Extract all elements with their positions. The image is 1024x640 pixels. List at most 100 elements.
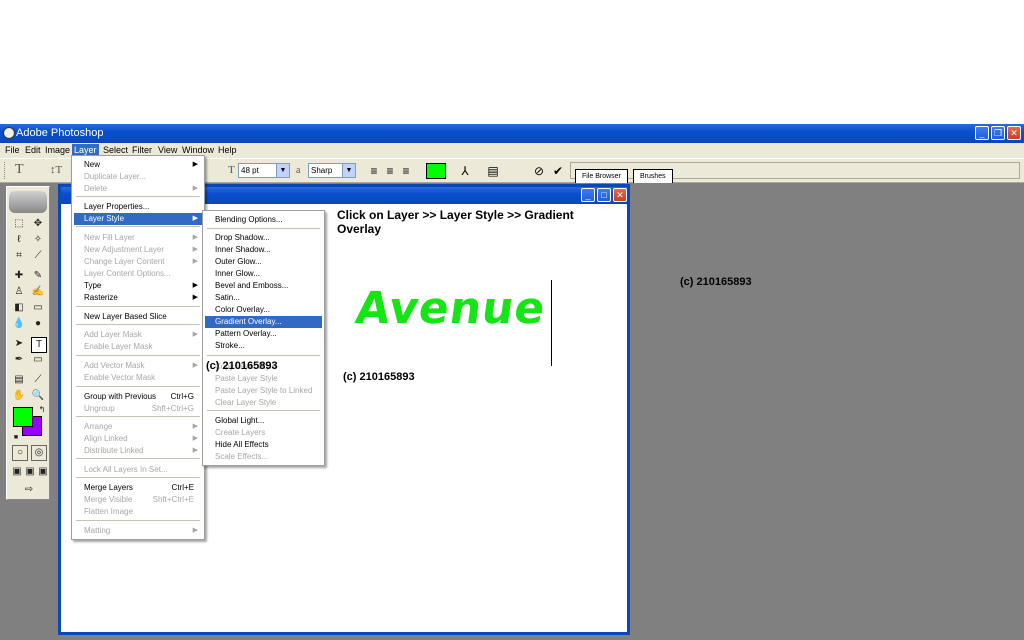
layer-style-menu-item[interactable]: Inner Glow...: [205, 268, 322, 280]
layer-style-menu-item[interactable]: Color Overlay...: [205, 304, 322, 316]
layer-style-menu-item-label: Scale Effects...: [215, 452, 269, 461]
layer-style-submenu: Blending Options... Drop Shadow... Inner S…: [202, 210, 325, 466]
full-screen-mode-icon[interactable]: ▣: [36, 465, 50, 479]
path-selection-tool-icon[interactable]: ➤: [12, 337, 26, 351]
eraser-tool-icon[interactable]: ◧: [12, 301, 26, 315]
dodge-tool-icon[interactable]: ●: [31, 317, 45, 331]
type-tool-preset-icon[interactable]: T: [15, 162, 24, 178]
menu-separator: [76, 477, 200, 478]
menu-separator: [207, 355, 320, 356]
layer-menu-item-label: Matting: [84, 526, 111, 535]
layer-menu-item[interactable]: Layer Properties...: [74, 201, 202, 213]
layer-menu-item[interactable]: Type ▶: [74, 280, 202, 292]
gradient-tool-icon[interactable]: ▭: [31, 301, 45, 315]
standard-mode-icon[interactable]: ○: [12, 445, 28, 461]
layer-menu-item: Delete ▶: [74, 183, 202, 195]
pen-tool-icon[interactable]: ✒: [12, 353, 26, 367]
palette-well: File Browser Brushes: [570, 162, 1020, 183]
swap-colors-icon[interactable]: ↰: [35, 403, 49, 417]
zoom-tool-icon[interactable]: 🔍: [31, 389, 45, 403]
standard-screen-mode-icon[interactable]: ▣: [10, 465, 24, 479]
layer-style-menu-item[interactable]: Drop Shadow...: [205, 232, 322, 244]
copyright-overlay: (c) 210165893: [206, 360, 278, 372]
commit-edit-icon[interactable]: ✔: [550, 163, 566, 179]
layer-menu-item-label: Rasterize: [84, 293, 118, 302]
layer-menu: New ▶ Duplicate Layer... Delete ▶ Layer Prope…: [71, 155, 205, 540]
layer-menu-item[interactable]: Merge Layers Ctrl+E: [74, 482, 202, 494]
options-bar-grip[interactable]: [4, 162, 7, 179]
layer-menu-item-label: New Adjustment Layer: [84, 245, 165, 254]
align-left-icon[interactable]: ≡: [366, 163, 382, 179]
layer-style-menu-item[interactable]: Gradient Overlay...: [205, 316, 322, 328]
default-colors-icon[interactable]: ■: [9, 431, 23, 445]
type-tool-icon[interactable]: T: [31, 337, 47, 353]
layer-menu-item[interactable]: Layer Style ▶: [74, 213, 202, 225]
layer-style-menu-item[interactable]: Stroke...: [205, 340, 322, 352]
menu-help[interactable]: Help: [216, 144, 239, 156]
close-button[interactable]: ✕: [1007, 126, 1021, 140]
font-size-icon: T: [228, 164, 235, 176]
restore-button[interactable]: ❐: [991, 126, 1005, 140]
clone-stamp-tool-icon[interactable]: ♙: [12, 285, 26, 299]
cancel-edit-icon[interactable]: ⊘: [531, 163, 547, 179]
notes-tool-icon[interactable]: ▤: [12, 373, 26, 387]
blur-tool-icon[interactable]: 💧: [12, 317, 26, 331]
text-color-swatch[interactable]: [426, 163, 446, 179]
layer-style-menu-item[interactable]: Pattern Overlay...: [205, 328, 322, 340]
eyedropper-tool-icon[interactable]: ⟋: [31, 373, 45, 387]
tab-file-browser[interactable]: File Browser: [575, 169, 628, 183]
layer-style-menu-item[interactable]: Hide All Effects: [205, 439, 322, 451]
doc-maximize-button[interactable]: □: [597, 188, 611, 202]
layer-menu-item[interactable]: New Layer Based Slice: [74, 311, 202, 323]
tab-brushes[interactable]: Brushes: [633, 169, 673, 183]
layer-style-menu-item[interactable]: Outer Glow...: [205, 256, 322, 268]
layer-menu-item: Distribute Linked ▶: [74, 445, 202, 457]
layer-menu-item[interactable]: New ▶: [74, 159, 202, 171]
healing-brush-tool-icon[interactable]: ✚: [12, 269, 26, 283]
align-center-icon[interactable]: ≡: [382, 163, 398, 179]
crop-tool-icon[interactable]: ⌗: [12, 249, 26, 263]
move-tool-icon[interactable]: ✥: [31, 217, 45, 231]
layer-style-menu-item[interactable]: Satin...: [205, 292, 322, 304]
brush-tool-icon[interactable]: ✎: [31, 269, 45, 283]
layer-menu-item[interactable]: Rasterize ▶: [74, 292, 202, 304]
doc-close-button[interactable]: ✕: [613, 188, 627, 202]
foreground-color-swatch[interactable]: [13, 407, 33, 427]
menu-image[interactable]: Image: [43, 144, 72, 156]
font-size-select[interactable]: 48 pt ▼: [238, 163, 290, 178]
layer-style-menu-item-label: Inner Shadow...: [215, 245, 271, 254]
layer-style-menu-item[interactable]: Blending Options...: [205, 214, 322, 226]
hand-tool-icon[interactable]: ✋: [12, 389, 26, 403]
shape-tool-icon[interactable]: ▭: [31, 353, 45, 367]
history-brush-tool-icon[interactable]: ✍: [31, 285, 45, 299]
layer-menu-item-label: Layer Properties...: [84, 202, 150, 211]
full-screen-menu-mode-icon[interactable]: ▣: [23, 465, 37, 479]
menu-file[interactable]: File: [3, 144, 22, 156]
menu-separator: [207, 228, 320, 229]
doc-minimize-button[interactable]: _: [581, 188, 595, 202]
layer-menu-item-label: Group with Previous: [84, 392, 157, 401]
toolbox-header-logo[interactable]: [9, 191, 47, 213]
jump-to-imageready-icon[interactable]: ⇨: [19, 483, 39, 497]
title-bar: Adobe Photoshop _ ❐ ✕: [0, 124, 1024, 143]
submenu-arrow-icon: ▶: [192, 161, 198, 168]
warp-text-icon[interactable]: ⅄: [457, 163, 473, 179]
lasso-tool-icon[interactable]: ℓ: [12, 233, 26, 247]
quick-mask-mode-icon[interactable]: ◎: [31, 445, 47, 461]
magic-wand-tool-icon[interactable]: ✧: [31, 233, 45, 247]
align-right-icon[interactable]: ≡: [398, 163, 414, 179]
text-orientation-icon[interactable]: ↕T: [50, 164, 62, 176]
menu-edit[interactable]: Edit: [23, 144, 43, 156]
minimize-button[interactable]: _: [975, 126, 989, 140]
antialias-select[interactable]: Sharp ▼: [308, 163, 356, 178]
slice-tool-icon[interactable]: ⟋: [31, 249, 45, 263]
character-palette-icon[interactable]: ▤: [485, 163, 501, 179]
layer-menu-item: Align Linked ▶: [74, 433, 202, 445]
submenu-arrow-icon: ▶: [192, 423, 198, 430]
layer-style-menu-item[interactable]: Inner Shadow...: [205, 244, 322, 256]
layer-style-menu-item[interactable]: Global Light...: [205, 415, 322, 427]
marquee-tool-icon[interactable]: ⬚: [12, 217, 26, 231]
layer-menu-item[interactable]: Group with Previous Ctrl+G: [74, 391, 202, 403]
layer-menu-item: Arrange ▶: [74, 421, 202, 433]
layer-style-menu-item[interactable]: Bevel and Emboss...: [205, 280, 322, 292]
